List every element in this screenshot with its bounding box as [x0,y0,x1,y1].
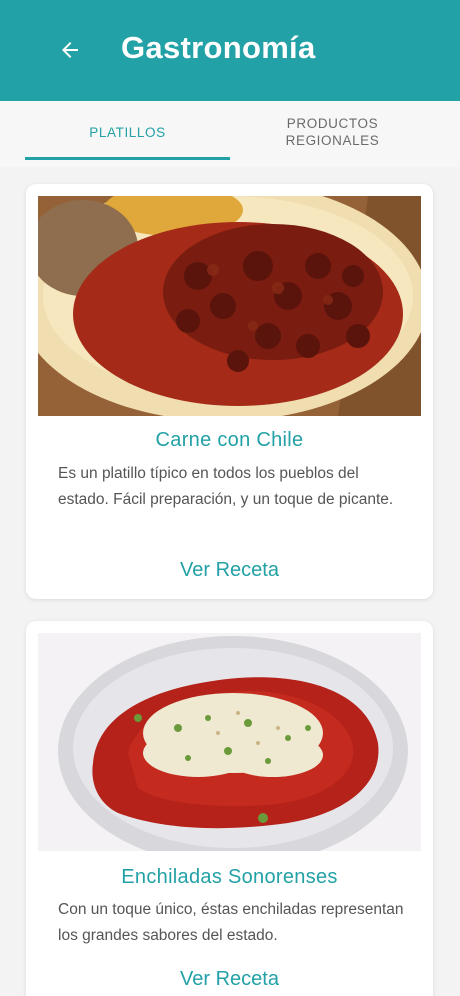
page-title: Gastronomía [121,30,316,65]
tab-productos-regionales[interactable]: PRODUCTOS REGIONALES [230,101,435,163]
dish-image [38,633,421,851]
back-button[interactable] [52,32,88,68]
dish-title: Enchiladas Sonorenses [121,866,338,888]
arrow-left-icon [62,42,78,58]
tab-indicator [25,157,230,160]
app-bar: Gastronomía [0,0,460,101]
tab-platillos[interactable]: PLATILLOS [25,101,230,163]
dish-description: Es un platillo típico en todos los puebl… [58,465,394,508]
tab-bar: PLATILLOS PRODUCTOS REGIONALES [0,101,460,167]
view-recipe-link[interactable]: Ver Receta [26,559,433,582]
dish-title: Carne con Chile [155,429,304,451]
view-recipe-link[interactable]: Ver Receta [26,968,433,991]
dish-description: Con un toque único, éstas enchiladas rep… [58,901,404,944]
dish-card: Carne con Chile Es un platillo típico en… [26,184,433,599]
dish-image [38,196,421,416]
dish-card: Enchiladas Sonorenses Con un toque único… [26,621,433,996]
